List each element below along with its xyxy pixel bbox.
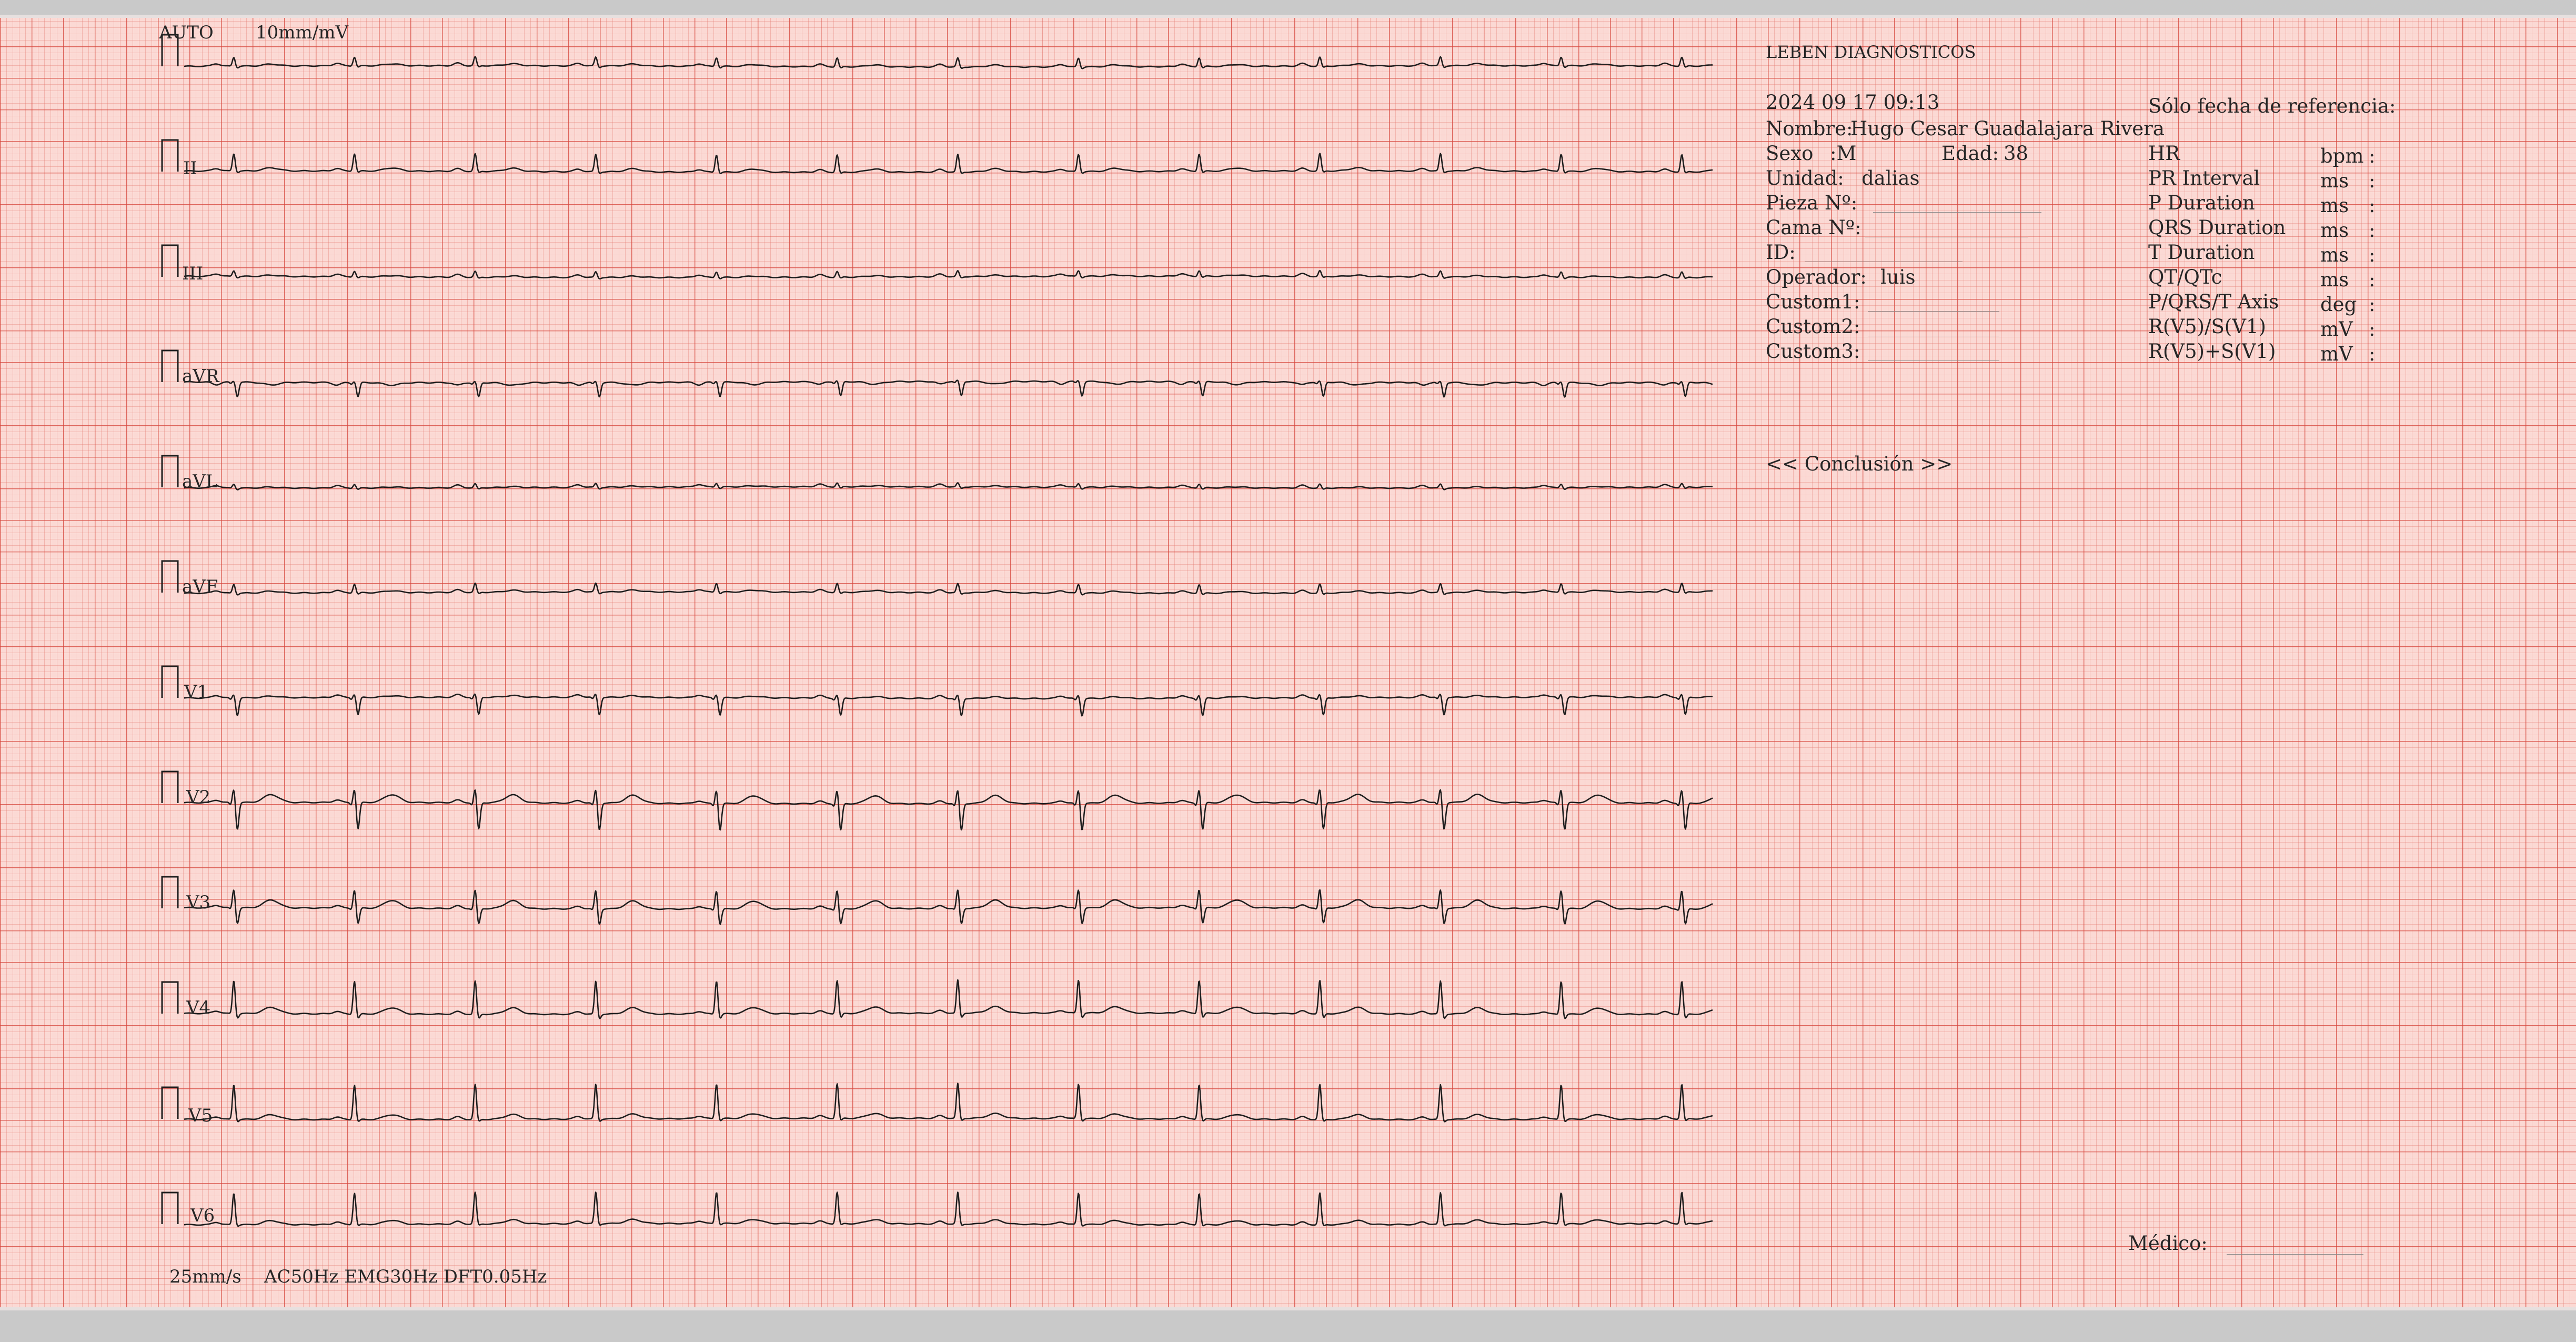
lead-label-v2: V2	[186, 787, 211, 808]
medico-label: Médico:	[2128, 1232, 2208, 1255]
p-duration-unit: ms	[2320, 194, 2349, 217]
lead-label-v6: V6	[190, 1205, 215, 1226]
rv5-sv1-sum-label: R(V5)+S(V1)	[2148, 340, 2276, 363]
calibration-pulse-V5	[161, 1086, 179, 1119]
lead-label-ii: II	[183, 158, 197, 179]
calibration-pulse-V2	[161, 770, 179, 803]
patient-name: Hugo Cesar Guadalajara Rivera	[1850, 117, 2165, 140]
paper-top-edge	[0, 15, 2576, 18]
qrs-duration-unit: ms	[2320, 219, 2349, 242]
lead-label-avl: aVL	[182, 471, 218, 492]
rv5-sv1-ratio-sep: :	[2369, 318, 2376, 340]
calibration-pulse-V3	[161, 876, 179, 908]
qt-qtc-unit: ms	[2320, 268, 2349, 291]
ecg-trace-V2	[184, 789, 1713, 831]
custom2-label: Custom2:	[1766, 315, 1860, 338]
institution-name: LEBEN DIAGNOSTICOS	[1766, 42, 1976, 62]
unit-value: dalias	[1861, 167, 1920, 189]
calibration-pulse-II	[161, 139, 179, 172]
lead-label-i: AUTO	[159, 22, 214, 43]
lead-label-iii: III	[182, 263, 204, 284]
calibration-pulse-V4	[161, 981, 179, 1014]
t-duration-sep: :	[2369, 244, 2376, 266]
axis-label: P/QRS/T Axis	[2148, 291, 2279, 313]
rv5-sv1-sum-sep: :	[2369, 343, 2376, 365]
patient-name-label: Nombre:	[1766, 117, 1853, 140]
ecg-trace-III	[184, 269, 1713, 280]
ecg-trace-V6	[184, 1191, 1713, 1227]
rv5-sv1-ratio-label: R(V5)/S(V1)	[2148, 315, 2266, 338]
room-label: Pieza Nº:	[1766, 192, 1858, 214]
ecg-trace-I	[184, 56, 1713, 69]
operator-value: luis	[1880, 266, 1916, 288]
ecg-paper: AUTO 10mm/mV II III aVR aVL aVF V1 V2 V3…	[0, 15, 2576, 1310]
calibration-pulse-aVL	[161, 455, 179, 487]
custom3-label: Custom3:	[1766, 340, 1860, 363]
calibration-pulse-aVF	[161, 560, 179, 593]
rv5-sv1-ratio-unit: mV	[2320, 318, 2353, 340]
qrs-duration-label: QRS Duration	[2148, 216, 2286, 239]
axis-unit: deg	[2320, 293, 2357, 316]
paper-bottom-edge	[0, 1307, 2576, 1310]
report-datetime: 2024 09 17 09:13	[1766, 91, 1940, 114]
axis-sep: :	[2369, 293, 2376, 316]
conclusion-label: << Conclusión >>	[1766, 453, 1953, 475]
sex-label: Sexo	[1766, 142, 1814, 165]
reference-note: Sólo fecha de referencia:	[2148, 95, 2396, 117]
lead-label-v1: V1	[184, 682, 209, 703]
lead-label-avr: aVR	[182, 366, 219, 387]
ecg-trace-aVR	[184, 379, 1713, 398]
hr-label: HR	[2148, 142, 2180, 165]
ecg-trace-V3	[184, 889, 1713, 925]
calibration-pulse-V6	[161, 1191, 179, 1224]
filter-settings: AC50Hz EMG30Hz DFT0.05Hz	[264, 1266, 547, 1287]
p-duration-label: P Duration	[2148, 192, 2255, 214]
custom3-line	[1868, 360, 1999, 361]
age-label: Edad:	[1941, 142, 1999, 165]
lead-label-v3: V3	[186, 892, 211, 913]
calibration-pulse-V1	[161, 665, 179, 698]
id-label: ID:	[1766, 241, 1796, 264]
sex-value: :M	[1830, 142, 1857, 165]
ecg-trace-V4	[184, 979, 1713, 1019]
medico-line	[2227, 1254, 2363, 1255]
room-line	[1873, 212, 2041, 213]
custom1-line	[1868, 311, 1999, 312]
pr-interval-unit: ms	[2320, 169, 2349, 192]
gain-label: 10mm/mV	[256, 22, 348, 43]
lead-label-v4: V4	[186, 997, 211, 1018]
t-duration-unit: ms	[2320, 244, 2349, 266]
ecg-trace-aVL	[184, 482, 1713, 490]
ecg-trace-II	[184, 153, 1713, 174]
p-duration-sep: :	[2369, 194, 2376, 217]
age-value: 38	[2004, 142, 2029, 165]
qrs-duration-sep: :	[2369, 219, 2376, 242]
unit-label: Unidad:	[1766, 167, 1844, 189]
rv5-sv1-sum-unit: mV	[2320, 343, 2353, 365]
calibration-pulse-aVR	[161, 349, 179, 382]
lead-label-avf: aVF	[182, 576, 218, 597]
hr-unit: bpm	[2320, 145, 2364, 167]
pr-interval-label: PR Interval	[2148, 167, 2260, 189]
ecg-trace-V1	[184, 693, 1713, 717]
ecg-trace-V5	[184, 1083, 1713, 1123]
qt-qtc-label: QT/QTc	[2148, 266, 2222, 288]
paper-speed: 25mm/s	[169, 1266, 242, 1287]
pr-interval-sep: :	[2369, 169, 2376, 192]
operator-label: Operador:	[1766, 266, 1867, 288]
calibration-pulse-III	[161, 244, 179, 277]
ecg-trace-aVF	[184, 582, 1713, 596]
custom1-label: Custom1:	[1766, 291, 1860, 313]
bed-label: Cama Nº:	[1766, 216, 1861, 239]
qt-qtc-sep: :	[2369, 268, 2376, 291]
t-duration-label: T Duration	[2148, 241, 2255, 264]
hr-sep: :	[2369, 145, 2376, 167]
lead-label-v5: V5	[188, 1105, 213, 1126]
